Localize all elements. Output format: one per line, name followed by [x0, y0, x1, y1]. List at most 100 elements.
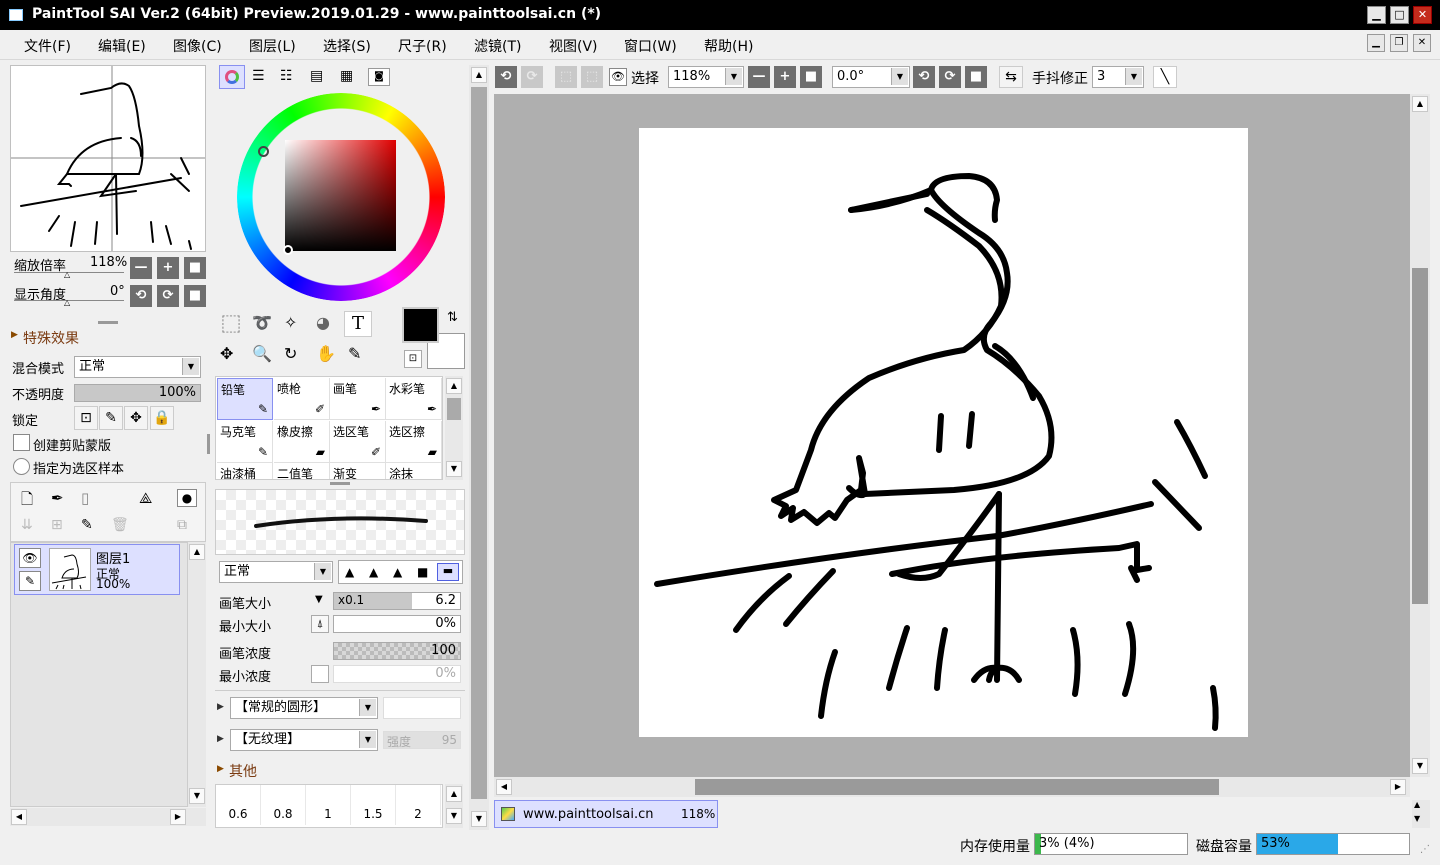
merge-down-icon[interactable]: ⇊ — [21, 517, 33, 533]
min-size-slider[interactable]: 0% — [333, 615, 461, 633]
sv-selector-icon[interactable] — [283, 245, 293, 255]
scroll-up-icon[interactable]: ▲ — [446, 378, 462, 394]
menu-image[interactable]: 图像(C) — [173, 36, 222, 56]
swap-colors-icon[interactable]: ⇅ — [447, 310, 458, 325]
tool-bucket[interactable]: 油漆桶 — [217, 463, 273, 479]
stabilizer-select[interactable]: 3 ▼ — [1092, 66, 1144, 88]
rect-select-icon[interactable] — [222, 315, 240, 333]
tool-binary-pen[interactable]: 二值笔 — [274, 463, 330, 479]
menu-layer[interactable]: 图层(L) — [249, 36, 296, 56]
clip-mask-checkbox[interactable] — [13, 434, 30, 451]
edge-hard-icon[interactable]: ▲ — [345, 565, 354, 579]
tab-scrollbar[interactable]: ▲ ▼ — [1412, 800, 1430, 828]
scroll-left-icon[interactable]: ◀ — [11, 809, 27, 825]
canvas-rotate-right-button[interactable]: ⟳ — [939, 66, 961, 88]
canvas-zoom-reset-button[interactable]: ■ — [800, 66, 822, 88]
tool-blur[interactable]: 涂抹 — [386, 463, 442, 479]
hsv-slider-tab[interactable]: ☷ — [280, 68, 293, 84]
scroll-right-icon[interactable]: ▶ — [1390, 779, 1406, 795]
new-layer-icon[interactable]: 🗋 — [21, 489, 33, 514]
color-wheel-tab[interactable] — [219, 65, 245, 89]
scroll-up-icon[interactable]: ▲ — [471, 67, 487, 83]
zoom-out-button[interactable]: — — [130, 257, 152, 279]
saturation-value-square[interactable] — [285, 140, 396, 251]
scroll-down-icon[interactable]: ▼ — [471, 811, 487, 827]
doc-restore-button[interactable]: ❐ — [1390, 34, 1408, 52]
panel-splitter[interactable] — [330, 482, 350, 485]
blend-mode-select[interactable]: 正常 ▼ — [74, 356, 201, 378]
scroll-right-icon[interactable]: ▶ — [170, 809, 186, 825]
brush-edge-selector[interactable]: ▲ ▲ ▲ ■ ▬ — [338, 560, 463, 584]
eye-icon[interactable]: 👁 — [19, 548, 41, 568]
angle-slider-thumb[interactable]: △ — [64, 298, 70, 307]
opacity-slider[interactable]: 100% — [74, 384, 201, 402]
rotate-left-button[interactable]: ⟲ — [130, 285, 152, 307]
scroll-up-icon[interactable]: ▲ — [1412, 96, 1428, 112]
texture-strength-slider[interactable]: 强度 95 — [383, 731, 461, 749]
brush-density-slider[interactable]: 100 — [333, 642, 461, 660]
text-tool-icon[interactable]: T — [344, 311, 372, 337]
size-preset[interactable]: 0.6 — [216, 785, 261, 825]
scroll-thumb[interactable] — [471, 87, 487, 799]
lock-transparency-icon[interactable]: ⊡ — [74, 406, 98, 430]
size-preset[interactable]: 1.5 — [351, 785, 396, 825]
rgb-slider-tab[interactable]: ☰ — [252, 68, 265, 84]
tool-brush[interactable]: 画笔 ✒ — [330, 378, 386, 420]
apply-mask-icon[interactable]: ⧉ — [177, 517, 187, 533]
menu-file[interactable]: 文件(F) — [24, 36, 71, 56]
edge-medium-icon[interactable]: ▲ — [369, 565, 378, 579]
tool-select-eraser[interactable]: 选区擦 ▰ — [386, 421, 442, 463]
deselect-button[interactable]: ⬚ — [555, 66, 577, 88]
hue-selector-icon[interactable] — [258, 146, 269, 157]
effects-label[interactable]: 特殊效果 — [23, 328, 79, 348]
minimize-button[interactable]: ▁ — [1367, 6, 1386, 24]
transparent-color-icon[interactable]: ⊡ — [404, 350, 422, 368]
eyedropper-icon[interactable]: ✎ — [348, 344, 361, 363]
layer-item[interactable]: 👁 ✎ 图层1 正常 100% — [14, 544, 180, 595]
expand-triangle-icon[interactable]: ▶ — [217, 702, 224, 712]
selection-visibility-icon[interactable]: 👁 — [609, 68, 627, 86]
lock-all-icon[interactable]: 🔒 — [150, 406, 174, 430]
zoom-in-button[interactable]: + — [157, 257, 179, 279]
maximize-button[interactable]: □ — [1390, 6, 1409, 24]
clear-layer-pen-icon[interactable]: ✎ — [81, 517, 93, 533]
menu-filter[interactable]: 滤镜(T) — [474, 36, 521, 56]
navigator-preview[interactable] — [10, 65, 206, 252]
foreground-color-swatch[interactable] — [402, 307, 439, 343]
menu-window[interactable]: 窗口(W) — [624, 36, 677, 56]
lasso-icon[interactable]: ➰ — [252, 313, 272, 332]
lock-move-icon[interactable]: ✥ — [124, 406, 148, 430]
move-icon[interactable]: ✥ — [220, 344, 233, 363]
menu-help[interactable]: 帮助(H) — [704, 36, 753, 56]
delete-layer-icon[interactable]: 🗑 — [111, 517, 129, 533]
tool-marker[interactable]: 马克笔 ✎ — [217, 421, 273, 463]
tool-select-pen[interactable]: 选区笔 ✐ — [330, 421, 386, 463]
scroll-up-icon[interactable]: ▲ — [1414, 800, 1420, 809]
edge-square-icon[interactable]: ▬ — [437, 563, 459, 581]
canvas-rotate-left-button[interactable]: ⟲ — [913, 66, 935, 88]
drawing-canvas[interactable] — [639, 128, 1248, 737]
panel-splitter-v[interactable] — [207, 434, 210, 454]
scroll-up-icon[interactable]: ▲ — [446, 786, 462, 802]
tool-airbrush[interactable]: 喷枪 ✐ — [274, 378, 330, 420]
menu-edit[interactable]: 编辑(E) — [98, 36, 146, 56]
doc-minimize-button[interactable]: ▁ — [1367, 34, 1385, 52]
scroll-thumb[interactable] — [695, 779, 1219, 795]
rotate-right-button[interactable]: ⟳ — [157, 285, 179, 307]
layer-list-scrollbar[interactable]: ▲ ▼ — [188, 542, 206, 807]
pressure-toggle-icon[interactable]: ⍋ — [311, 615, 329, 633]
scroll-up-icon[interactable]: ▲ — [189, 544, 205, 560]
scroll-left-icon[interactable]: ◀ — [496, 779, 512, 795]
size-preset[interactable]: 1 — [306, 785, 351, 825]
scroll-down-icon[interactable]: ▼ — [1412, 758, 1428, 774]
canvas-hscrollbar[interactable]: ◀ ▶ — [494, 777, 1410, 797]
scratchpad-tab[interactable]: ◙ — [368, 68, 390, 86]
lock-paint-icon[interactable]: ✎ — [99, 406, 123, 430]
layer-mask-icon[interactable]: ● — [177, 489, 197, 507]
layer-transform-icon[interactable]: ⟁ — [139, 489, 152, 507]
min-density-checkbox[interactable] — [311, 665, 329, 683]
scroll-down-icon[interactable]: ▼ — [1414, 814, 1420, 823]
canvas-zoom-in-button[interactable]: + — [774, 66, 796, 88]
tool-eraser[interactable]: 橡皮擦 ▰ — [274, 421, 330, 463]
scroll-thumb[interactable] — [447, 398, 461, 420]
